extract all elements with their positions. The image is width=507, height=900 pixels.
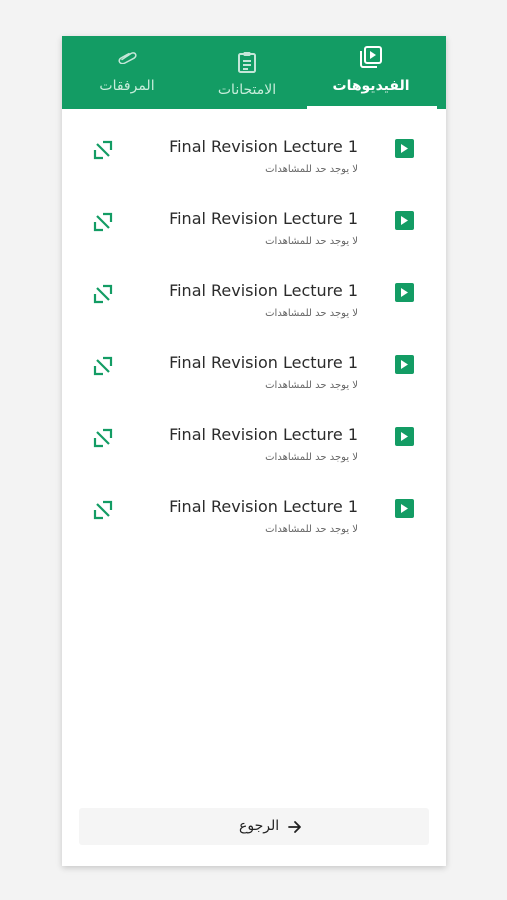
open-external-icon[interactable] [92, 355, 114, 377]
back-button[interactable]: الرجوع [79, 808, 429, 845]
tab-exams-label: الامتحانات [217, 82, 277, 98]
clipboard-icon [237, 51, 257, 77]
tab-attachments-label: المرفقات [99, 78, 155, 94]
video-title: Final Revision Lecture 1 [169, 281, 358, 300]
video-title: Final Revision Lecture 1 [169, 209, 358, 228]
open-external-icon[interactable] [92, 139, 114, 161]
content-card: المرفقات الامتحانات الفيديوهات Final Rev… [62, 36, 446, 866]
view-limit-text: لا يوجد حد للمشاهدات [265, 236, 358, 247]
arrow-right-icon [288, 819, 302, 838]
view-limit-text: لا يوجد حد للمشاهدات [265, 524, 358, 535]
video-title: Final Revision Lecture 1 [169, 425, 358, 444]
open-external-icon[interactable] [92, 499, 114, 521]
play-icon[interactable] [395, 283, 414, 302]
video-title: Final Revision Lecture 1 [169, 497, 358, 516]
view-limit-text: لا يوجد حد للمشاهدات [265, 308, 358, 319]
video-title: Final Revision Lecture 1 [169, 137, 358, 156]
video-row[interactable]: Final Revision Lecture 1 لا يوجد حد للمش… [62, 469, 446, 535]
tab-exams[interactable]: الامتحانات [186, 36, 308, 109]
play-icon[interactable] [395, 427, 414, 446]
tab-attachments[interactable]: المرفقات [66, 36, 188, 109]
play-icon[interactable] [395, 211, 414, 230]
open-external-icon[interactable] [92, 211, 114, 233]
video-row[interactable]: Final Revision Lecture 1 لا يوجد حد للمش… [62, 253, 446, 319]
video-library-icon [359, 45, 383, 73]
video-title: Final Revision Lecture 1 [169, 353, 358, 372]
back-button-label: الرجوع [239, 818, 280, 834]
video-row[interactable]: Final Revision Lecture 1 لا يوجد حد للمش… [62, 325, 446, 391]
tab-videos[interactable]: الفيديوهات [310, 36, 432, 109]
paperclip-icon [116, 49, 138, 68]
video-row[interactable]: Final Revision Lecture 1 لا يوجد حد للمش… [62, 181, 446, 247]
video-row[interactable]: Final Revision Lecture 1 لا يوجد حد للمش… [62, 397, 446, 463]
play-icon[interactable] [395, 499, 414, 518]
view-limit-text: لا يوجد حد للمشاهدات [265, 164, 358, 175]
view-limit-text: لا يوجد حد للمشاهدات [265, 380, 358, 391]
tab-bar: المرفقات الامتحانات الفيديوهات [62, 36, 446, 109]
play-icon[interactable] [395, 355, 414, 374]
open-external-icon[interactable] [92, 283, 114, 305]
open-external-icon[interactable] [92, 427, 114, 449]
tab-videos-label: الفيديوهات [332, 78, 410, 94]
video-row[interactable]: Final Revision Lecture 1 لا يوجد حد للمش… [62, 109, 446, 175]
play-icon[interactable] [395, 139, 414, 158]
view-limit-text: لا يوجد حد للمشاهدات [265, 452, 358, 463]
